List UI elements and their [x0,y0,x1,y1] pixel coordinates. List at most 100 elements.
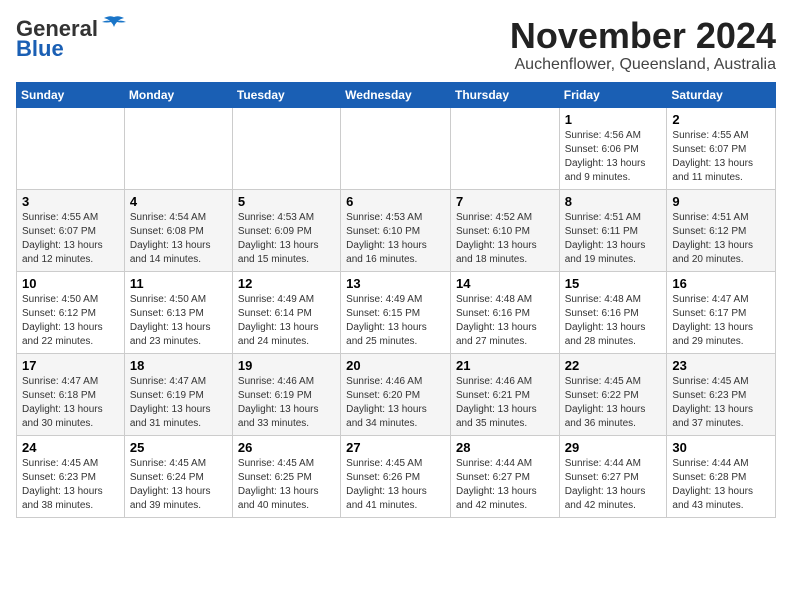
title-block: November 2024 Auchenflower, Queensland, … [510,16,776,74]
day-info: Sunrise: 4:45 AMSunset: 6:23 PMDaylight:… [672,375,770,431]
day-number: 29 [565,440,662,455]
week-row-3: 10 Sunrise: 4:50 AMSunset: 6:12 PMDayligh… [17,271,776,353]
day-cell: 1 Sunrise: 4:56 AMSunset: 6:06 PMDaylight… [559,107,667,189]
day-cell: 8Sunrise: 4:51 AMSunset: 6:11 PMDaylight… [559,189,667,271]
day-number: 25 [130,440,227,455]
day-number: 1 [565,112,662,127]
day-cell: 23 Sunrise: 4:45 AMSunset: 6:23 PMDayligh… [667,353,776,435]
day-cell [124,107,232,189]
day-info: Sunrise: 4:46 AMSunset: 6:19 PMDaylight:… [238,375,335,431]
day-info: Sunrise: 4:53 AMSunset: 6:09 PMDaylight:… [238,211,335,267]
day-number: 19 [238,358,335,373]
calendar-body: 1 Sunrise: 4:56 AMSunset: 6:06 PMDaylight… [17,107,776,517]
day-number: 17 [22,358,119,373]
day-info: Sunrise: 4:48 AMSunset: 6:16 PMDaylight:… [456,293,554,349]
weekday-header-row: SundayMondayTuesdayWednesdayThursdayFrid… [17,82,776,107]
day-info: Sunrise: 4:45 AMSunset: 6:25 PMDaylight:… [238,457,335,513]
day-info: Sunrise: 4:45 AMSunset: 6:26 PMDaylight:… [346,457,445,513]
day-info: Sunrise: 4:50 AMSunset: 6:13 PMDaylight:… [130,293,227,349]
day-info: Sunrise: 4:47 AMSunset: 6:18 PMDaylight:… [22,375,119,431]
day-number: 22 [565,358,662,373]
day-info: Sunrise: 4:45 AMSunset: 6:23 PMDaylight:… [22,457,119,513]
day-number: 12 [238,276,335,291]
day-cell: 20Sunrise: 4:46 AMSunset: 6:20 PMDayligh… [341,353,451,435]
day-info: Sunrise: 4:46 AMSunset: 6:20 PMDaylight:… [346,375,445,431]
day-info: Sunrise: 4:53 AMSunset: 6:10 PMDaylight:… [346,211,445,267]
day-cell: 30 Sunrise: 4:44 AMSunset: 6:28 PMDayligh… [667,435,776,517]
week-row-2: 3 Sunrise: 4:55 AMSunset: 6:07 PMDaylight… [17,189,776,271]
day-cell [450,107,559,189]
weekday-thursday: Thursday [450,82,559,107]
weekday-friday: Friday [559,82,667,107]
day-number: 13 [346,276,445,291]
day-number: 27 [346,440,445,455]
day-info: Sunrise: 4:55 AMSunset: 6:07 PMDaylight:… [672,129,770,185]
day-cell: 22 Sunrise: 4:45 AMSunset: 6:22 PMDayligh… [559,353,667,435]
day-info: Sunrise: 4:49 AMSunset: 6:14 PMDaylight:… [238,293,335,349]
day-cell: 26 Sunrise: 4:45 AMSunset: 6:25 PMDayligh… [232,435,340,517]
day-cell: 9Sunrise: 4:51 AMSunset: 6:12 PMDaylight… [667,189,776,271]
day-info: Sunrise: 4:45 AMSunset: 6:22 PMDaylight:… [565,375,662,431]
month-title: November 2024 [510,16,776,56]
day-cell: 10 Sunrise: 4:50 AMSunset: 6:12 PMDayligh… [17,271,125,353]
day-info: Sunrise: 4:46 AMSunset: 6:21 PMDaylight:… [456,375,554,431]
day-cell: 25 Sunrise: 4:45 AMSunset: 6:24 PMDayligh… [124,435,232,517]
day-info: Sunrise: 4:47 AMSunset: 6:19 PMDaylight:… [130,375,227,431]
location: Auchenflower, Queensland, Australia [510,56,776,74]
day-info: Sunrise: 4:56 AMSunset: 6:06 PMDaylight:… [565,129,662,185]
day-cell: 29 Sunrise: 4:44 AMSunset: 6:27 PMDayligh… [559,435,667,517]
weekday-sunday: Sunday [17,82,125,107]
day-cell: 21Sunrise: 4:46 AMSunset: 6:21 PMDayligh… [450,353,559,435]
day-cell: 4Sunrise: 4:54 AMSunset: 6:08 PMDaylight… [124,189,232,271]
day-number: 26 [238,440,335,455]
day-cell [232,107,340,189]
day-cell: 12 Sunrise: 4:49 AMSunset: 6:14 PMDayligh… [232,271,340,353]
day-info: Sunrise: 4:52 AMSunset: 6:10 PMDaylight:… [456,211,554,267]
day-cell: 14 Sunrise: 4:48 AMSunset: 6:16 PMDayligh… [450,271,559,353]
day-cell: 16 Sunrise: 4:47 AMSunset: 6:17 PMDayligh… [667,271,776,353]
day-cell: 6 Sunrise: 4:53 AMSunset: 6:10 PMDaylight… [341,189,451,271]
logo-bird-icon [100,15,128,35]
day-info: Sunrise: 4:44 AMSunset: 6:27 PMDaylight:… [565,457,662,513]
day-cell: 3 Sunrise: 4:55 AMSunset: 6:07 PMDaylight… [17,189,125,271]
day-cell: 18Sunrise: 4:47 AMSunset: 6:19 PMDayligh… [124,353,232,435]
day-cell [341,107,451,189]
day-number: 23 [672,358,770,373]
logo: General Blue [16,16,128,62]
week-row-5: 24Sunrise: 4:45 AMSunset: 6:23 PMDayligh… [17,435,776,517]
day-number: 2 [672,112,770,127]
day-number: 10 [22,276,119,291]
day-number: 5 [238,194,335,209]
day-info: Sunrise: 4:47 AMSunset: 6:17 PMDaylight:… [672,293,770,349]
day-number: 14 [456,276,554,291]
day-cell: 28Sunrise: 4:44 AMSunset: 6:27 PMDayligh… [450,435,559,517]
day-cell: 2 Sunrise: 4:55 AMSunset: 6:07 PMDaylight… [667,107,776,189]
page-header: General Blue November 2024 Auchenflower,… [16,16,776,74]
weekday-saturday: Saturday [667,82,776,107]
day-number: 7 [456,194,554,209]
day-number: 15 [565,276,662,291]
day-number: 3 [22,194,119,209]
day-number: 28 [456,440,554,455]
day-number: 30 [672,440,770,455]
day-cell: 27 Sunrise: 4:45 AMSunset: 6:26 PMDayligh… [341,435,451,517]
weekday-wednesday: Wednesday [341,82,451,107]
day-cell: 15 Sunrise: 4:48 AMSunset: 6:16 PMDayligh… [559,271,667,353]
calendar-table: SundayMondayTuesdayWednesdayThursdayFrid… [16,82,776,518]
day-cell: 11Sunrise: 4:50 AMSunset: 6:13 PMDayligh… [124,271,232,353]
day-cell: 19 Sunrise: 4:46 AMSunset: 6:19 PMDayligh… [232,353,340,435]
day-cell [17,107,125,189]
day-info: Sunrise: 4:50 AMSunset: 6:12 PMDaylight:… [22,293,119,349]
day-number: 6 [346,194,445,209]
day-number: 16 [672,276,770,291]
day-info: Sunrise: 4:45 AMSunset: 6:24 PMDaylight:… [130,457,227,513]
day-cell: 5 Sunrise: 4:53 AMSunset: 6:09 PMDaylight… [232,189,340,271]
weekday-tuesday: Tuesday [232,82,340,107]
day-number: 4 [130,194,227,209]
day-cell: 17 Sunrise: 4:47 AMSunset: 6:18 PMDayligh… [17,353,125,435]
day-info: Sunrise: 4:48 AMSunset: 6:16 PMDaylight:… [565,293,662,349]
day-info: Sunrise: 4:55 AMSunset: 6:07 PMDaylight:… [22,211,119,267]
day-info: Sunrise: 4:51 AMSunset: 6:12 PMDaylight:… [672,211,770,267]
day-number: 8 [565,194,662,209]
day-info: Sunrise: 4:44 AMSunset: 6:28 PMDaylight:… [672,457,770,513]
